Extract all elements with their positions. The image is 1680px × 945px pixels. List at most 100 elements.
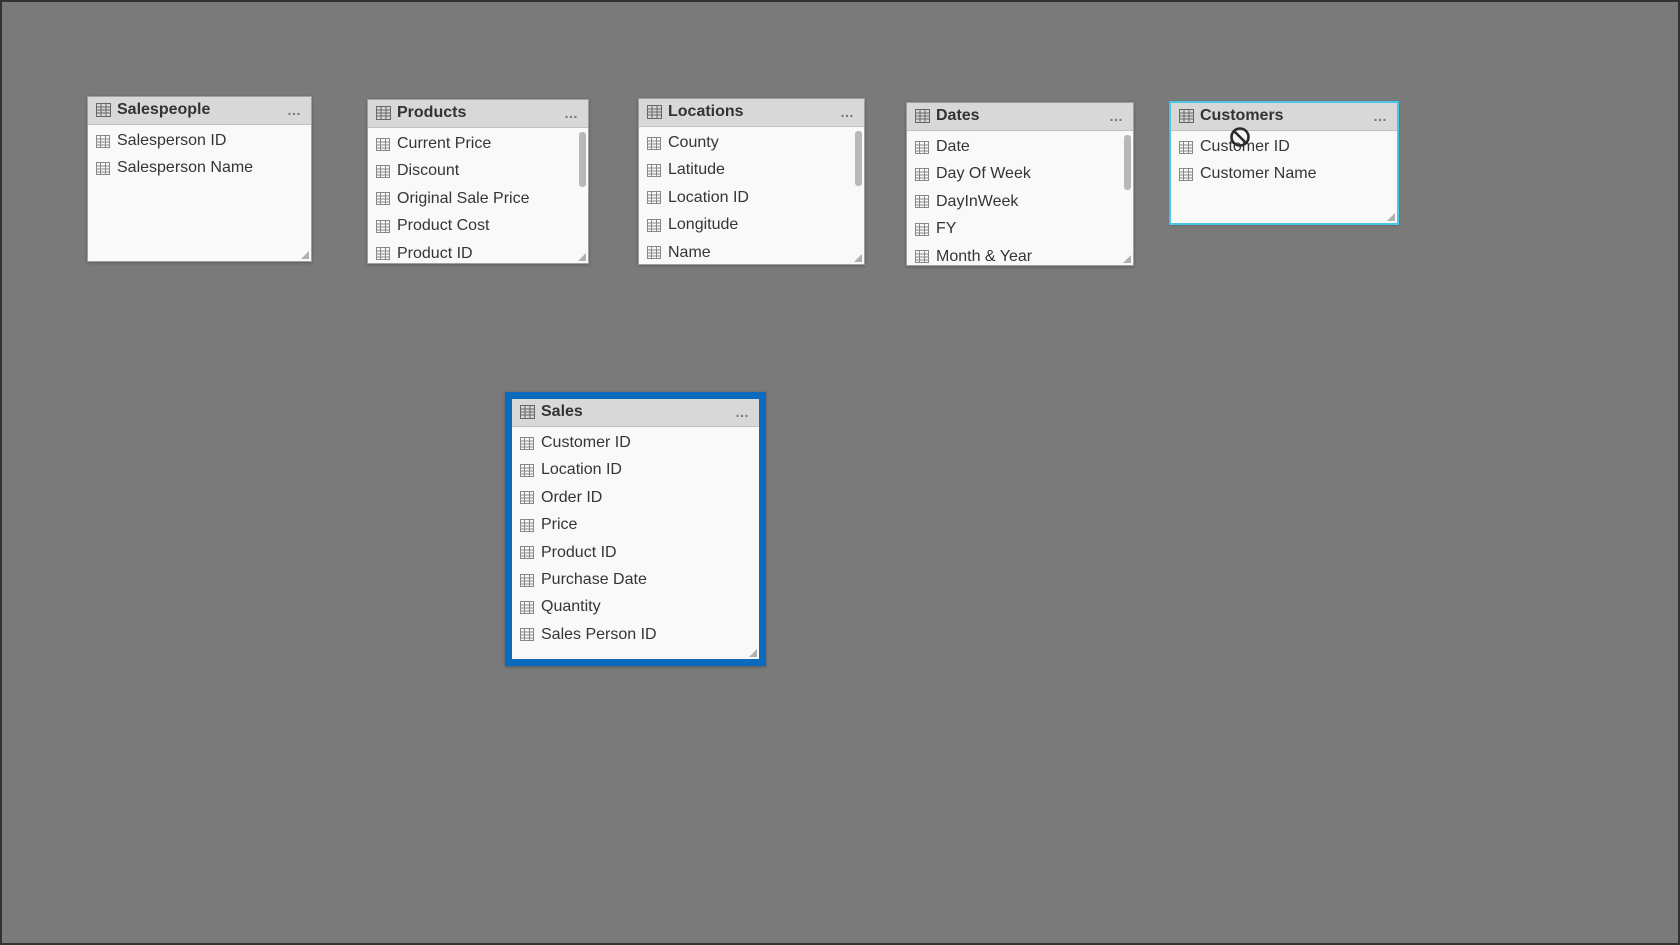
table-card-salespeople[interactable]: Salespeople … Salesperson ID Salespe: [87, 96, 312, 262]
table-icon: [647, 105, 662, 119]
field-row[interactable]: Salesperson Name: [88, 154, 311, 181]
field-row[interactable]: Location ID: [639, 184, 864, 211]
more-options-icon[interactable]: …: [287, 102, 303, 118]
table-body: Customer ID Location ID Order ID: [512, 427, 759, 658]
column-icon: [520, 437, 534, 450]
table-body: Date Day Of Week DayInWeek: [907, 131, 1133, 265]
table-header[interactable]: Salespeople …: [88, 97, 311, 125]
table-card-dates[interactable]: Dates … Date Day Of Week: [906, 102, 1134, 266]
field-row[interactable]: Product ID: [368, 240, 588, 263]
field-label: Salesperson Name: [117, 157, 253, 179]
table-header[interactable]: Products …: [368, 100, 588, 128]
column-icon: [520, 491, 534, 504]
resize-grip[interactable]: [576, 251, 586, 261]
column-icon: [96, 135, 110, 148]
field-label: Location ID: [541, 459, 622, 481]
table-body: County Latitude Location ID: [639, 127, 864, 264]
field-row[interactable]: Discount: [368, 157, 588, 184]
more-options-icon[interactable]: …: [1373, 108, 1389, 124]
field-label: Salesperson ID: [117, 130, 226, 152]
table-header[interactable]: Locations …: [639, 99, 864, 127]
field-row[interactable]: Product Cost: [368, 212, 588, 239]
column-icon: [520, 601, 534, 614]
field-row[interactable]: Day Of Week: [907, 160, 1133, 187]
field-label: Purchase Date: [541, 569, 647, 591]
field-row[interactable]: Current Price: [368, 130, 588, 157]
field-row[interactable]: Salesperson ID: [88, 127, 311, 154]
column-icon: [647, 219, 661, 232]
table-card-locations[interactable]: Locations … County Latitude: [638, 98, 865, 265]
field-label: Customer Name: [1200, 163, 1316, 185]
field-label: Date: [936, 136, 970, 158]
resize-grip[interactable]: [1121, 253, 1131, 263]
field-row[interactable]: Longitude: [639, 211, 864, 238]
field-row[interactable]: Purchase Date: [512, 566, 759, 593]
field-row[interactable]: Sales Person ID: [512, 621, 759, 648]
field-row[interactable]: Quantity: [512, 593, 759, 620]
scrollbar[interactable]: [1124, 135, 1131, 190]
scrollbar[interactable]: [855, 131, 862, 186]
field-row[interactable]: Location ID: [512, 456, 759, 483]
table-header[interactable]: Sales …: [512, 399, 759, 427]
field-row[interactable]: Customer Name: [1171, 160, 1397, 187]
field-row[interactable]: Price: [512, 511, 759, 538]
field-label: Month & Year: [936, 246, 1032, 265]
field-label: Customer ID: [1200, 136, 1290, 158]
column-icon: [647, 137, 661, 150]
field-label: Latitude: [668, 159, 725, 181]
scrollbar[interactable]: [579, 132, 586, 187]
table-card-sales[interactable]: Sales … Customer ID Location ID: [505, 392, 766, 666]
field-row[interactable]: Original Sale Price: [368, 185, 588, 212]
column-icon: [520, 546, 534, 559]
column-icon: [376, 138, 390, 151]
field-row[interactable]: County: [639, 129, 864, 156]
field-row[interactable]: DayInWeek: [907, 188, 1133, 215]
column-icon: [647, 191, 661, 204]
table-card-products[interactable]: Products … Current Price Discount: [367, 99, 589, 264]
column-icon: [1179, 168, 1193, 181]
field-label: Customer ID: [541, 432, 631, 454]
field-row[interactable]: Order ID: [512, 484, 759, 511]
field-row[interactable]: Name: [639, 239, 864, 264]
field-label: Sales Person ID: [541, 624, 657, 646]
more-options-icon[interactable]: …: [735, 404, 751, 420]
more-options-icon[interactable]: …: [1109, 108, 1125, 124]
field-row[interactable]: Customer ID: [1171, 133, 1397, 160]
resize-grip[interactable]: [852, 252, 862, 262]
column-icon: [915, 250, 929, 263]
more-options-icon[interactable]: …: [840, 104, 856, 120]
column-icon: [96, 162, 110, 175]
column-icon: [376, 165, 390, 178]
table-icon: [520, 405, 535, 419]
table-title: Dates: [936, 107, 1103, 125]
field-row[interactable]: Date: [907, 133, 1133, 160]
field-label: Day Of Week: [936, 163, 1031, 185]
column-icon: [520, 628, 534, 641]
column-icon: [915, 195, 929, 208]
field-label: Original Sale Price: [397, 188, 530, 210]
table-title: Sales: [541, 403, 729, 421]
table-body: Customer ID Customer Name: [1171, 131, 1397, 223]
column-icon: [376, 192, 390, 205]
table-icon: [915, 109, 930, 123]
resize-grip[interactable]: [747, 647, 757, 657]
table-header[interactable]: Customers …: [1171, 103, 1397, 131]
field-row[interactable]: FY: [907, 215, 1133, 242]
resize-grip[interactable]: [299, 249, 309, 259]
resize-grip[interactable]: [1385, 211, 1395, 221]
field-label: Current Price: [397, 133, 491, 155]
table-icon: [96, 103, 111, 117]
table-header[interactable]: Dates …: [907, 103, 1133, 131]
field-row[interactable]: Customer ID: [512, 429, 759, 456]
table-card-customers[interactable]: Customers … Customer ID Customer Nam: [1170, 102, 1398, 224]
more-options-icon[interactable]: …: [564, 105, 580, 121]
field-row[interactable]: Month & Year: [907, 243, 1133, 265]
field-label: FY: [936, 218, 956, 240]
field-label: County: [668, 132, 719, 154]
field-row[interactable]: Product ID: [512, 539, 759, 566]
field-row[interactable]: Latitude: [639, 156, 864, 183]
column-icon: [915, 168, 929, 181]
field-label: Order ID: [541, 487, 602, 509]
model-canvas[interactable]: Salespeople … Salesperson ID Salespe: [0, 0, 1680, 945]
field-label: Quantity: [541, 596, 601, 618]
